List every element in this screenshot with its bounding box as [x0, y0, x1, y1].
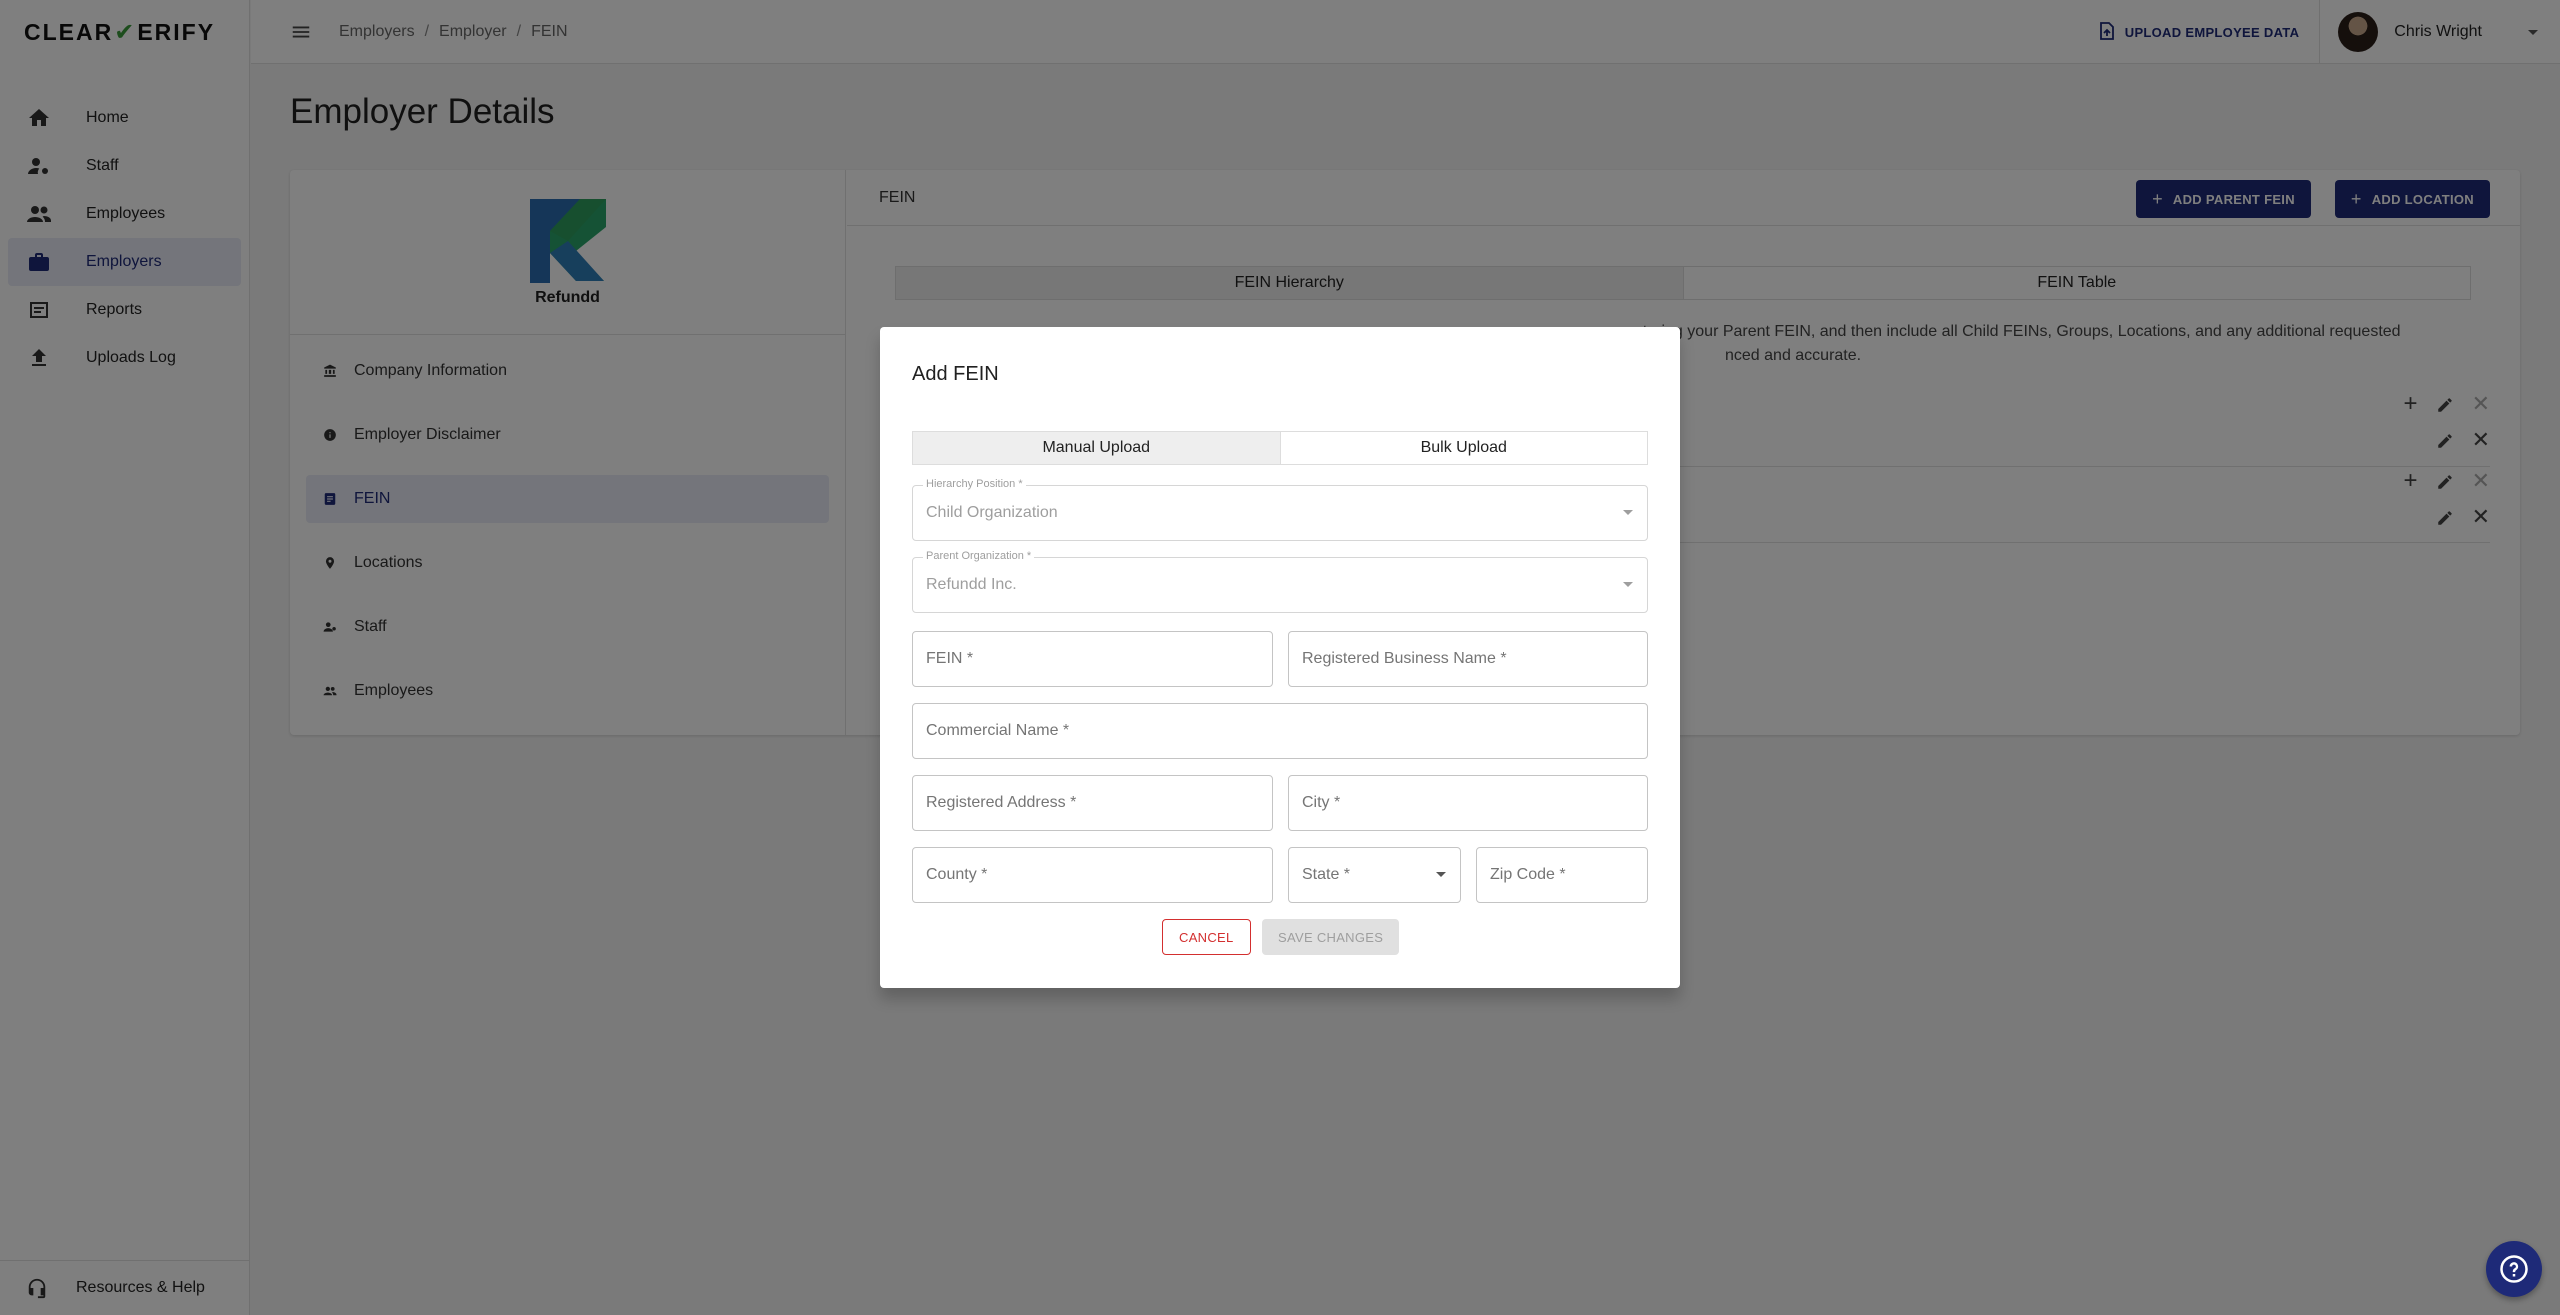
hierarchy-position-select[interactable]: Hierarchy Position * Child Organization	[912, 478, 1648, 541]
tab-manual-upload[interactable]: Manual Upload	[913, 432, 1281, 464]
fein-placeholder: FEIN *	[926, 650, 974, 667]
registered-address-field[interactable]: Registered Address *	[912, 775, 1273, 831]
upload-mode-tabs: Manual Upload Bulk Upload	[912, 431, 1648, 465]
registered-business-name-placeholder: Registered Business Name *	[1302, 650, 1507, 667]
hierarchy-position-value: Child Organization	[926, 504, 1058, 521]
dialog-title: Add FEIN	[912, 363, 999, 385]
county-placeholder: County *	[926, 866, 988, 883]
add-fein-dialog: Add FEIN Manual Upload Bulk Upload Hiera…	[880, 327, 1680, 988]
registered-address-placeholder: Registered Address *	[926, 794, 1077, 811]
tab-bulk-upload[interactable]: Bulk Upload	[1281, 432, 1648, 464]
dropdown-arrow-icon	[1623, 582, 1633, 587]
dropdown-arrow-icon	[1436, 872, 1446, 877]
cancel-button[interactable]: CANCEL	[1162, 919, 1251, 955]
commercial-name-placeholder: Commercial Name *	[926, 722, 1070, 739]
city-field[interactable]: City *	[1288, 775, 1648, 831]
zip-code-placeholder: Zip Code *	[1490, 866, 1566, 883]
parent-organization-select[interactable]: Parent Organization * Refundd Inc.	[912, 550, 1648, 613]
dropdown-arrow-icon	[1623, 510, 1633, 515]
help-icon	[2500, 1255, 2528, 1283]
state-select[interactable]: State *	[1288, 847, 1461, 903]
help-button[interactable]	[2486, 1241, 2542, 1297]
parent-organization-value: Refundd Inc.	[926, 576, 1017, 593]
parent-organization-label: Parent Organization *	[923, 550, 1035, 562]
city-placeholder: City *	[1302, 794, 1341, 811]
save-changes-button[interactable]: SAVE CHANGES	[1262, 919, 1400, 955]
hierarchy-position-label: Hierarchy Position *	[923, 478, 1026, 490]
county-field[interactable]: County *	[912, 847, 1273, 903]
commercial-name-field[interactable]: Commercial Name *	[912, 703, 1648, 759]
zip-code-field[interactable]: Zip Code *	[1476, 847, 1648, 903]
fein-field[interactable]: FEIN *	[912, 631, 1273, 687]
registered-business-name-field[interactable]: Registered Business Name *	[1288, 631, 1648, 687]
state-placeholder: State *	[1302, 866, 1351, 883]
